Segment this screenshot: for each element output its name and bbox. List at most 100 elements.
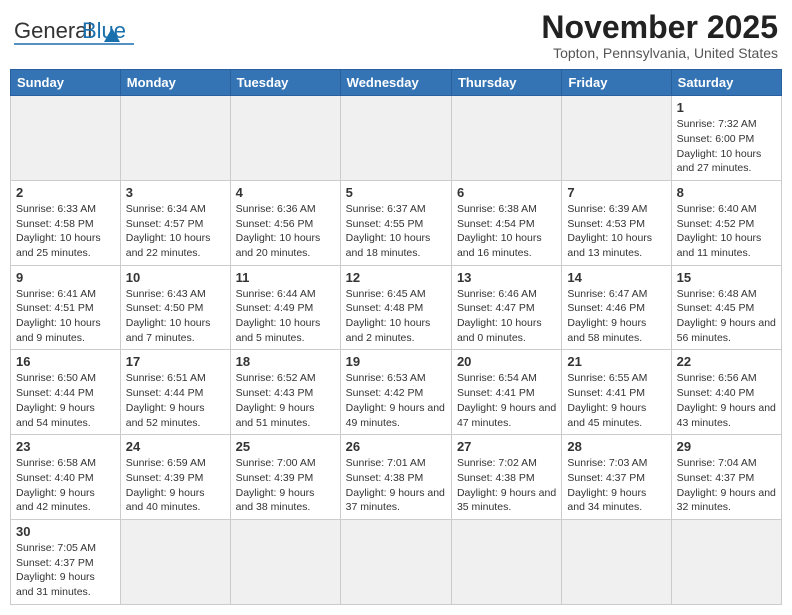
calendar-cell: 10 Sunrise: 6:43 AM Sunset: 4:50 PM Dayli… (120, 265, 230, 350)
calendar-cell (340, 96, 451, 181)
day-number: 14 (567, 270, 665, 285)
calendar-cell: 8 Sunrise: 6:40 AM Sunset: 4:52 PM Daylig… (671, 180, 781, 265)
calendar-cell: 27 Sunrise: 7:02 AM Sunset: 4:38 PM Dayli… (451, 435, 561, 520)
day-info: Sunrise: 6:50 AM Sunset: 4:44 PM Dayligh… (16, 371, 115, 430)
day-number: 9 (16, 270, 115, 285)
day-number: 19 (346, 354, 446, 369)
day-number: 29 (677, 439, 776, 454)
day-info: Sunrise: 6:45 AM Sunset: 4:48 PM Dayligh… (346, 287, 446, 346)
logo-svg: General Blue (14, 10, 134, 60)
calendar-cell: 3Sunrise: 6:34 AM Sunset: 4:57 PM Daylig… (120, 180, 230, 265)
calendar-cell: 9 Sunrise: 6:41 AM Sunset: 4:51 PM Daylig… (11, 265, 121, 350)
day-number: 25 (236, 439, 335, 454)
day-number: 26 (346, 439, 446, 454)
calendar-week-2: 2 Sunrise: 6:33 AM Sunset: 4:58 PM Daylig… (11, 180, 782, 265)
calendar-cell: 20Sunrise: 6:54 AM Sunset: 4:41 PM Dayli… (451, 350, 561, 435)
day-number: 15 (677, 270, 776, 285)
calendar-cell: 2 Sunrise: 6:33 AM Sunset: 4:58 PM Daylig… (11, 180, 121, 265)
day-info: Sunrise: 7:03 AM Sunset: 4:37 PM Dayligh… (567, 456, 665, 515)
calendar-cell: 7Sunrise: 6:39 AM Sunset: 4:53 PM Daylig… (562, 180, 671, 265)
day-number: 8 (677, 185, 776, 200)
day-info: Sunrise: 6:54 AM Sunset: 4:41 PM Dayligh… (457, 371, 556, 430)
logo: General Blue (14, 10, 134, 60)
day-number: 23 (16, 439, 115, 454)
day-info: Sunrise: 6:38 AM Sunset: 4:54 PM Dayligh… (457, 202, 556, 261)
day-number: 2 (16, 185, 115, 200)
calendar-week-3: 9 Sunrise: 6:41 AM Sunset: 4:51 PM Daylig… (11, 265, 782, 350)
weekday-header-friday: Friday (562, 70, 671, 96)
calendar-cell (562, 519, 671, 604)
subtitle: Topton, Pennsylvania, United States (541, 45, 778, 61)
calendar-cell: 17Sunrise: 6:51 AM Sunset: 4:44 PM Dayli… (120, 350, 230, 435)
day-number: 6 (457, 185, 556, 200)
calendar-cell: 15 Sunrise: 6:48 AM Sunset: 4:45 PM Dayli… (671, 265, 781, 350)
day-number: 12 (346, 270, 446, 285)
day-info: Sunrise: 6:48 AM Sunset: 4:45 PM Dayligh… (677, 287, 776, 346)
day-info: Sunrise: 6:51 AM Sunset: 4:44 PM Dayligh… (126, 371, 225, 430)
day-info: Sunrise: 7:04 AM Sunset: 4:37 PM Dayligh… (677, 456, 776, 515)
day-number: 30 (16, 524, 115, 539)
calendar-cell: 28Sunrise: 7:03 AM Sunset: 4:37 PM Dayli… (562, 435, 671, 520)
day-info: Sunrise: 7:02 AM Sunset: 4:38 PM Dayligh… (457, 456, 556, 515)
calendar-cell (451, 519, 561, 604)
title-area: November 2025 Topton, Pennsylvania, Unit… (541, 10, 778, 61)
day-number: 13 (457, 270, 556, 285)
day-info: Sunrise: 6:52 AM Sunset: 4:43 PM Dayligh… (236, 371, 335, 430)
day-info: Sunrise: 6:33 AM Sunset: 4:58 PM Dayligh… (16, 202, 115, 261)
day-info: Sunrise: 6:59 AM Sunset: 4:39 PM Dayligh… (126, 456, 225, 515)
day-number: 10 (126, 270, 225, 285)
day-info: Sunrise: 6:44 AM Sunset: 4:49 PM Dayligh… (236, 287, 335, 346)
calendar-cell: 16 Sunrise: 6:50 AM Sunset: 4:44 PM Dayli… (11, 350, 121, 435)
calendar-cell: 4Sunrise: 6:36 AM Sunset: 4:56 PM Daylig… (230, 180, 340, 265)
calendar-week-5: 23 Sunrise: 6:58 AM Sunset: 4:40 PM Dayli… (11, 435, 782, 520)
day-number: 1 (677, 100, 776, 115)
page-header: General Blue November 2025 Topton, Penns… (10, 10, 782, 61)
day-info: Sunrise: 6:40 AM Sunset: 4:52 PM Dayligh… (677, 202, 776, 261)
day-info: Sunrise: 6:39 AM Sunset: 4:53 PM Dayligh… (567, 202, 665, 261)
calendar-cell (230, 96, 340, 181)
calendar-cell: 1Sunrise: 7:32 AM Sunset: 6:00 PM Daylig… (671, 96, 781, 181)
weekday-header-thursday: Thursday (451, 70, 561, 96)
weekday-header-wednesday: Wednesday (340, 70, 451, 96)
calendar-cell: 5Sunrise: 6:37 AM Sunset: 4:55 PM Daylig… (340, 180, 451, 265)
weekday-header-sunday: Sunday (11, 70, 121, 96)
calendar-cell (230, 519, 340, 604)
weekday-header-saturday: Saturday (671, 70, 781, 96)
calendar-cell (120, 519, 230, 604)
day-info: Sunrise: 6:41 AM Sunset: 4:51 PM Dayligh… (16, 287, 115, 346)
day-info: Sunrise: 6:36 AM Sunset: 4:56 PM Dayligh… (236, 202, 335, 261)
calendar-cell (11, 96, 121, 181)
calendar-cell: 24Sunrise: 6:59 AM Sunset: 4:39 PM Dayli… (120, 435, 230, 520)
calendar-cell (120, 96, 230, 181)
weekday-header-monday: Monday (120, 70, 230, 96)
day-info: Sunrise: 6:47 AM Sunset: 4:46 PM Dayligh… (567, 287, 665, 346)
svg-text:General: General (14, 18, 92, 43)
calendar-cell: 21Sunrise: 6:55 AM Sunset: 4:41 PM Dayli… (562, 350, 671, 435)
calendar-cell: 22 Sunrise: 6:56 AM Sunset: 4:40 PM Dayli… (671, 350, 781, 435)
day-info: Sunrise: 6:56 AM Sunset: 4:40 PM Dayligh… (677, 371, 776, 430)
svg-text:Blue: Blue (82, 18, 126, 43)
day-number: 5 (346, 185, 446, 200)
calendar-week-6: 30Sunrise: 7:05 AM Sunset: 4:37 PM Dayli… (11, 519, 782, 604)
day-info: Sunrise: 6:58 AM Sunset: 4:40 PM Dayligh… (16, 456, 115, 515)
weekday-header-tuesday: Tuesday (230, 70, 340, 96)
day-info: Sunrise: 6:53 AM Sunset: 4:42 PM Dayligh… (346, 371, 446, 430)
day-number: 16 (16, 354, 115, 369)
day-number: 27 (457, 439, 556, 454)
calendar-cell (451, 96, 561, 181)
day-info: Sunrise: 6:34 AM Sunset: 4:57 PM Dayligh… (126, 202, 225, 261)
calendar-cell: 29 Sunrise: 7:04 AM Sunset: 4:37 PM Dayli… (671, 435, 781, 520)
calendar-cell: 25 Sunrise: 7:00 AM Sunset: 4:39 PM Dayli… (230, 435, 340, 520)
calendar-cell: 13Sunrise: 6:46 AM Sunset: 4:47 PM Dayli… (451, 265, 561, 350)
day-number: 18 (236, 354, 335, 369)
calendar-cell: 11 Sunrise: 6:44 AM Sunset: 4:49 PM Dayli… (230, 265, 340, 350)
calendar-cell: 12 Sunrise: 6:45 AM Sunset: 4:48 PM Dayli… (340, 265, 451, 350)
day-number: 22 (677, 354, 776, 369)
day-info: Sunrise: 6:43 AM Sunset: 4:50 PM Dayligh… (126, 287, 225, 346)
day-number: 11 (236, 270, 335, 285)
day-info: Sunrise: 7:00 AM Sunset: 4:39 PM Dayligh… (236, 456, 335, 515)
calendar-week-4: 16 Sunrise: 6:50 AM Sunset: 4:44 PM Dayli… (11, 350, 782, 435)
calendar-cell: 19 Sunrise: 6:53 AM Sunset: 4:42 PM Dayli… (340, 350, 451, 435)
calendar-cell (340, 519, 451, 604)
calendar-cell: 18 Sunrise: 6:52 AM Sunset: 4:43 PM Dayli… (230, 350, 340, 435)
